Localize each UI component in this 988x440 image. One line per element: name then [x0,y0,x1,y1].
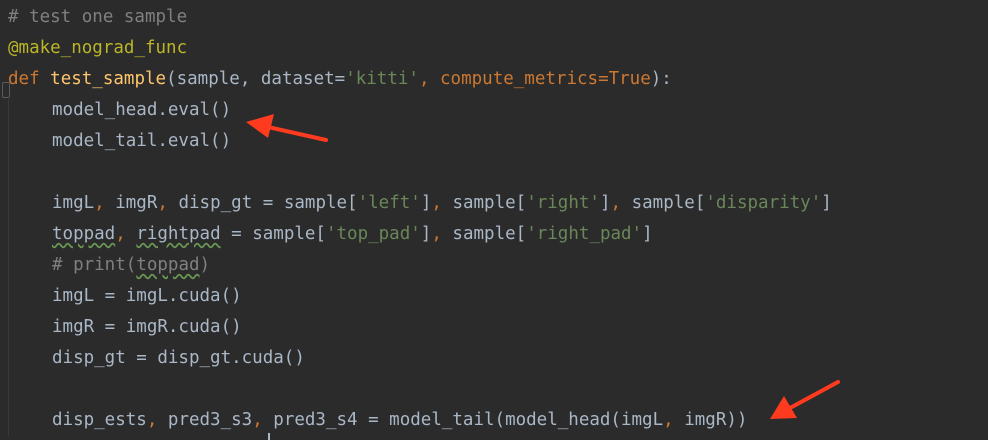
annotation-layer [246,114,840,419]
red-arrow-icon [246,114,328,142]
red-arrow-icon [770,380,840,419]
code-editor[interactable]: # test one sample @make_nograd_func def … [0,0,988,440]
